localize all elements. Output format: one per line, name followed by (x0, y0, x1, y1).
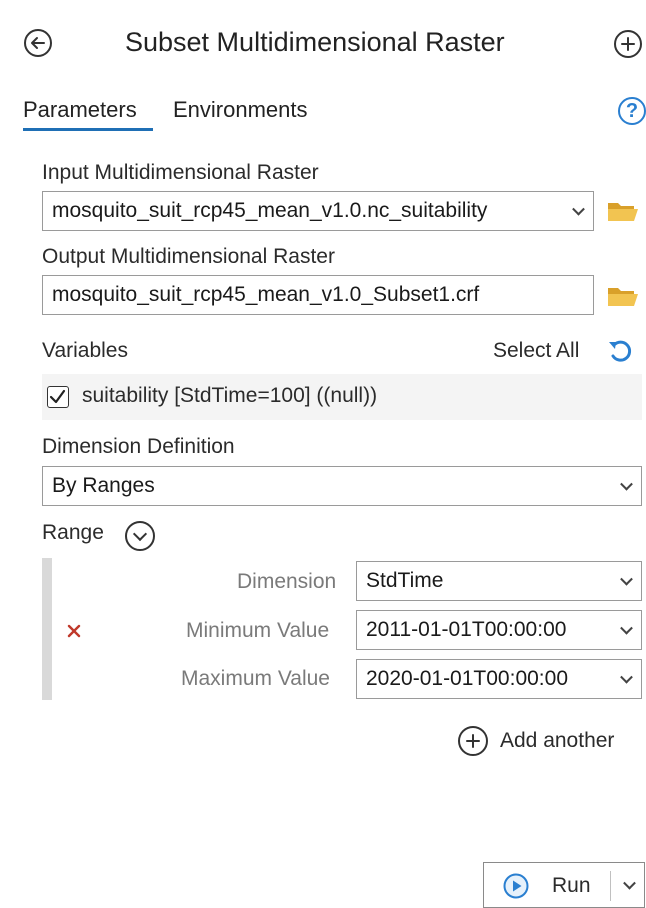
output-raster-label: Output Multidimensional Raster (42, 245, 335, 268)
input-raster-dropdown[interactable]: mosquito_suit_rcp45_mean_v1.0.nc_suitabi… (42, 191, 594, 231)
dimension-value: StdTime (366, 569, 444, 592)
help-icon[interactable]: ? (618, 97, 646, 125)
minimum-value-dropdown[interactable]: 2011-01-01T00:00:00 (356, 610, 642, 650)
minimum-value-label: Minimum Value (186, 619, 330, 642)
chevron-down-icon (132, 526, 148, 542)
maximum-value-dropdown[interactable]: 2020-01-01T00:00:00 (356, 659, 642, 699)
input-raster-value: mosquito_suit_rcp45_mean_v1.0.nc_suitabi… (52, 199, 488, 222)
active-tab-indicator (23, 128, 153, 131)
dimension-label: Dimension (237, 570, 337, 593)
output-raster-input[interactable]: mosquito_suit_rcp45_mean_v1.0_Subset1.cr… (42, 275, 594, 315)
dimension-dropdown[interactable]: StdTime (356, 561, 642, 601)
select-all-link[interactable]: Select All (493, 339, 579, 363)
reset-icon[interactable] (606, 337, 636, 365)
back-button[interactable] (24, 29, 52, 57)
output-raster-value: mosquito_suit_rcp45_mean_v1.0_Subset1.cr… (52, 283, 480, 306)
maximum-value: 2020-01-01T00:00:00 (366, 667, 568, 690)
chevron-down-icon (620, 572, 633, 586)
plus-icon (466, 734, 480, 748)
dimension-definition-dropdown[interactable]: By Ranges (42, 466, 642, 506)
plus-icon (621, 37, 635, 51)
maximum-value-label: Maximum Value (181, 667, 330, 690)
run-button[interactable]: Run (483, 862, 645, 908)
tab-parameters[interactable]: Parameters (23, 97, 137, 123)
run-play-icon (503, 873, 529, 899)
variable-checkbox[interactable] (47, 386, 69, 408)
browse-folder-icon[interactable] (607, 199, 639, 223)
chevron-down-icon (620, 621, 633, 635)
input-raster-label: Input Multidimensional Raster (42, 161, 319, 184)
add-another-link[interactable]: Add another (500, 729, 614, 753)
tool-pane: Subset Multidimensional Raster Parameter… (0, 0, 646, 908)
variables-label: Variables (42, 339, 128, 362)
dimension-definition-label: Dimension Definition (42, 435, 235, 458)
back-arrow-icon (31, 37, 45, 49)
checkmark-icon (49, 389, 66, 404)
add-button[interactable] (614, 30, 642, 58)
chevron-down-icon (572, 202, 585, 216)
minimum-value: 2011-01-01T00:00:00 (366, 618, 567, 641)
range-collapse-button[interactable] (125, 521, 155, 551)
chevron-down-icon[interactable] (623, 876, 636, 890)
chevron-down-icon (620, 670, 633, 684)
dimension-definition-value: By Ranges (52, 474, 155, 497)
range-label: Range (42, 521, 104, 544)
tool-title: Subset Multidimensional Raster (125, 27, 505, 57)
run-divider (610, 871, 611, 901)
chevron-down-icon (620, 477, 633, 491)
add-another-button[interactable] (458, 726, 488, 756)
browse-folder-icon[interactable] (607, 284, 639, 308)
tab-environments[interactable]: Environments (173, 97, 308, 123)
variable-list-item: suitability [StdTime=100] ((null)) (42, 374, 642, 420)
run-label: Run (552, 874, 591, 897)
remove-range-icon[interactable] (66, 623, 82, 639)
range-group-bar (42, 558, 52, 700)
variable-label: suitability [StdTime=100] ((null)) (82, 384, 378, 407)
